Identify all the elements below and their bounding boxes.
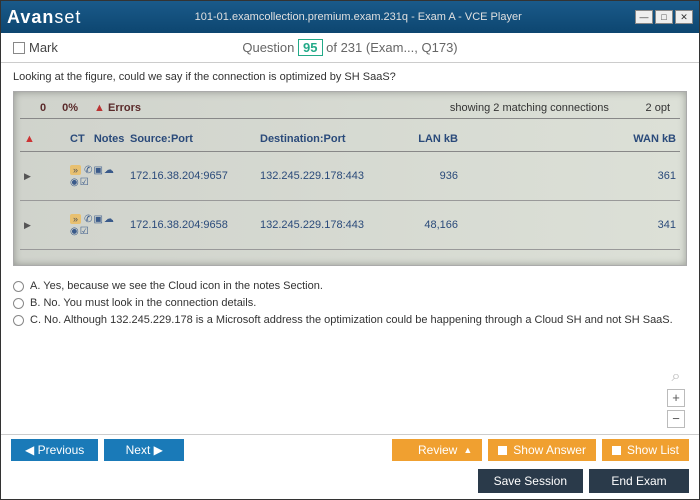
- close-button[interactable]: ✕: [675, 10, 693, 24]
- show-list-button[interactable]: Show List: [602, 439, 689, 461]
- app-window: Avanset 101-01.examcollection.premium.ex…: [0, 0, 700, 500]
- content-area: Looking at the figure, could we say if t…: [1, 63, 699, 434]
- titlebar: Avanset 101-01.examcollection.premium.ex…: [1, 1, 699, 33]
- question-number[interactable]: 95: [298, 39, 322, 56]
- mark-wrap: Mark: [13, 40, 133, 55]
- question-counter: Question 95 of 231 (Exam..., Q173): [133, 39, 567, 56]
- answer-c[interactable]: C. No. Although 132.245.229.178 is a Mic…: [13, 314, 687, 326]
- magnify-icon[interactable]: ⌕: [672, 368, 681, 386]
- review-button[interactable]: Review ▲: [392, 439, 482, 461]
- footer-session: Save Session End Exam: [1, 465, 699, 499]
- table-row: ▶ » ✆▣☁◉☑ 172.16.38.204:9657 132.245.229…: [20, 152, 680, 201]
- answer-b[interactable]: B. No. You must look in the connection d…: [13, 297, 687, 309]
- window-controls: — □ ✕: [635, 10, 693, 24]
- error-icon: ▲: [94, 102, 105, 114]
- mark-checkbox[interactable]: [13, 42, 25, 54]
- radio-b[interactable]: [13, 298, 24, 309]
- answers: A. Yes, because we see the Cloud icon in…: [13, 280, 687, 326]
- window-title: 101-01.examcollection.premium.exam.231q …: [81, 11, 635, 23]
- zoom-controls: ⌕ + −: [667, 368, 685, 428]
- footer-nav: ◀ Previous Next ▶ Review ▲ Show Answer S…: [1, 434, 699, 465]
- radio-a[interactable]: [13, 281, 24, 292]
- logo: Avanset: [7, 7, 81, 28]
- table-row: ▶ » ✆▣☁◉☑ 172.16.38.204:9658 132.245.229…: [20, 201, 680, 250]
- zoom-out-button[interactable]: −: [667, 410, 685, 428]
- forward-icon: »: [70, 165, 81, 175]
- show-answer-button[interactable]: Show Answer: [488, 439, 596, 461]
- minimize-button[interactable]: —: [635, 10, 653, 24]
- question-header: Mark Question 95 of 231 (Exam..., Q173): [1, 33, 699, 63]
- save-session-button[interactable]: Save Session: [478, 469, 583, 493]
- previous-button[interactable]: ◀ Previous: [11, 439, 98, 461]
- question-figure: 0 0% ▲ Errors showing 2 matching connect…: [13, 91, 687, 266]
- play-icon: ▶: [24, 220, 31, 230]
- end-exam-button[interactable]: End Exam: [589, 469, 689, 493]
- question-text: Looking at the figure, could we say if t…: [13, 71, 687, 83]
- figure-header: 0 0% ▲ Errors showing 2 matching connect…: [20, 98, 680, 119]
- next-button[interactable]: Next ▶: [104, 439, 184, 461]
- mark-label: Mark: [29, 40, 58, 55]
- answer-a[interactable]: A. Yes, because we see the Cloud icon in…: [13, 280, 687, 292]
- radio-c[interactable]: [13, 315, 24, 326]
- play-icon: ▶: [24, 171, 31, 181]
- figure-columns: ▲ CT Notes Source:Port Destination:Port …: [20, 119, 680, 152]
- forward-icon: »: [70, 214, 81, 224]
- zoom-in-button[interactable]: +: [667, 389, 685, 407]
- maximize-button[interactable]: □: [655, 10, 673, 24]
